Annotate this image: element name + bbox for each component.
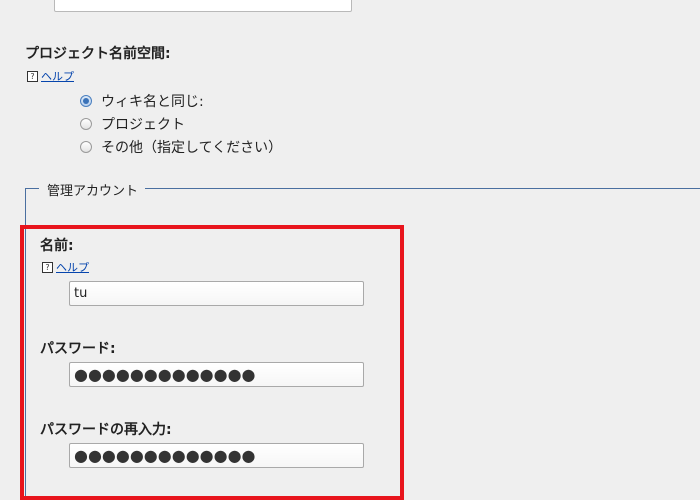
radio-icon[interactable] xyxy=(80,118,92,130)
namespace-option-project[interactable]: プロジェクト xyxy=(80,114,185,134)
namespace-option-label: その他（指定してください） xyxy=(101,140,283,156)
project-namespace-help: ? ヘルプ xyxy=(27,68,74,84)
project-namespace-help-link[interactable]: ヘルプ xyxy=(41,68,74,84)
fieldset-border-top xyxy=(145,188,700,189)
radio-icon[interactable] xyxy=(80,141,92,153)
namespace-option-label: プロジェクト xyxy=(101,117,185,133)
namespace-option-wiki-name[interactable]: ウィキ名と同じ: xyxy=(80,91,204,111)
admin-account-legend: 管理アカウント xyxy=(47,184,139,199)
project-namespace-label: プロジェクト名前空間: xyxy=(25,46,171,62)
fieldset-border-top xyxy=(25,188,39,189)
previous-text-field[interactable] xyxy=(54,0,352,12)
namespace-option-other[interactable]: その他（指定してください） xyxy=(80,137,282,157)
highlight-box xyxy=(20,225,404,500)
radio-icon[interactable] xyxy=(80,95,92,107)
help-icon: ? xyxy=(27,70,38,82)
installer-page: プロジェクト名前空間: ? ヘルプ ウィキ名と同じ: プロジェクト その他（指定… xyxy=(0,0,700,500)
namespace-option-label: ウィキ名と同じ: xyxy=(101,94,204,110)
